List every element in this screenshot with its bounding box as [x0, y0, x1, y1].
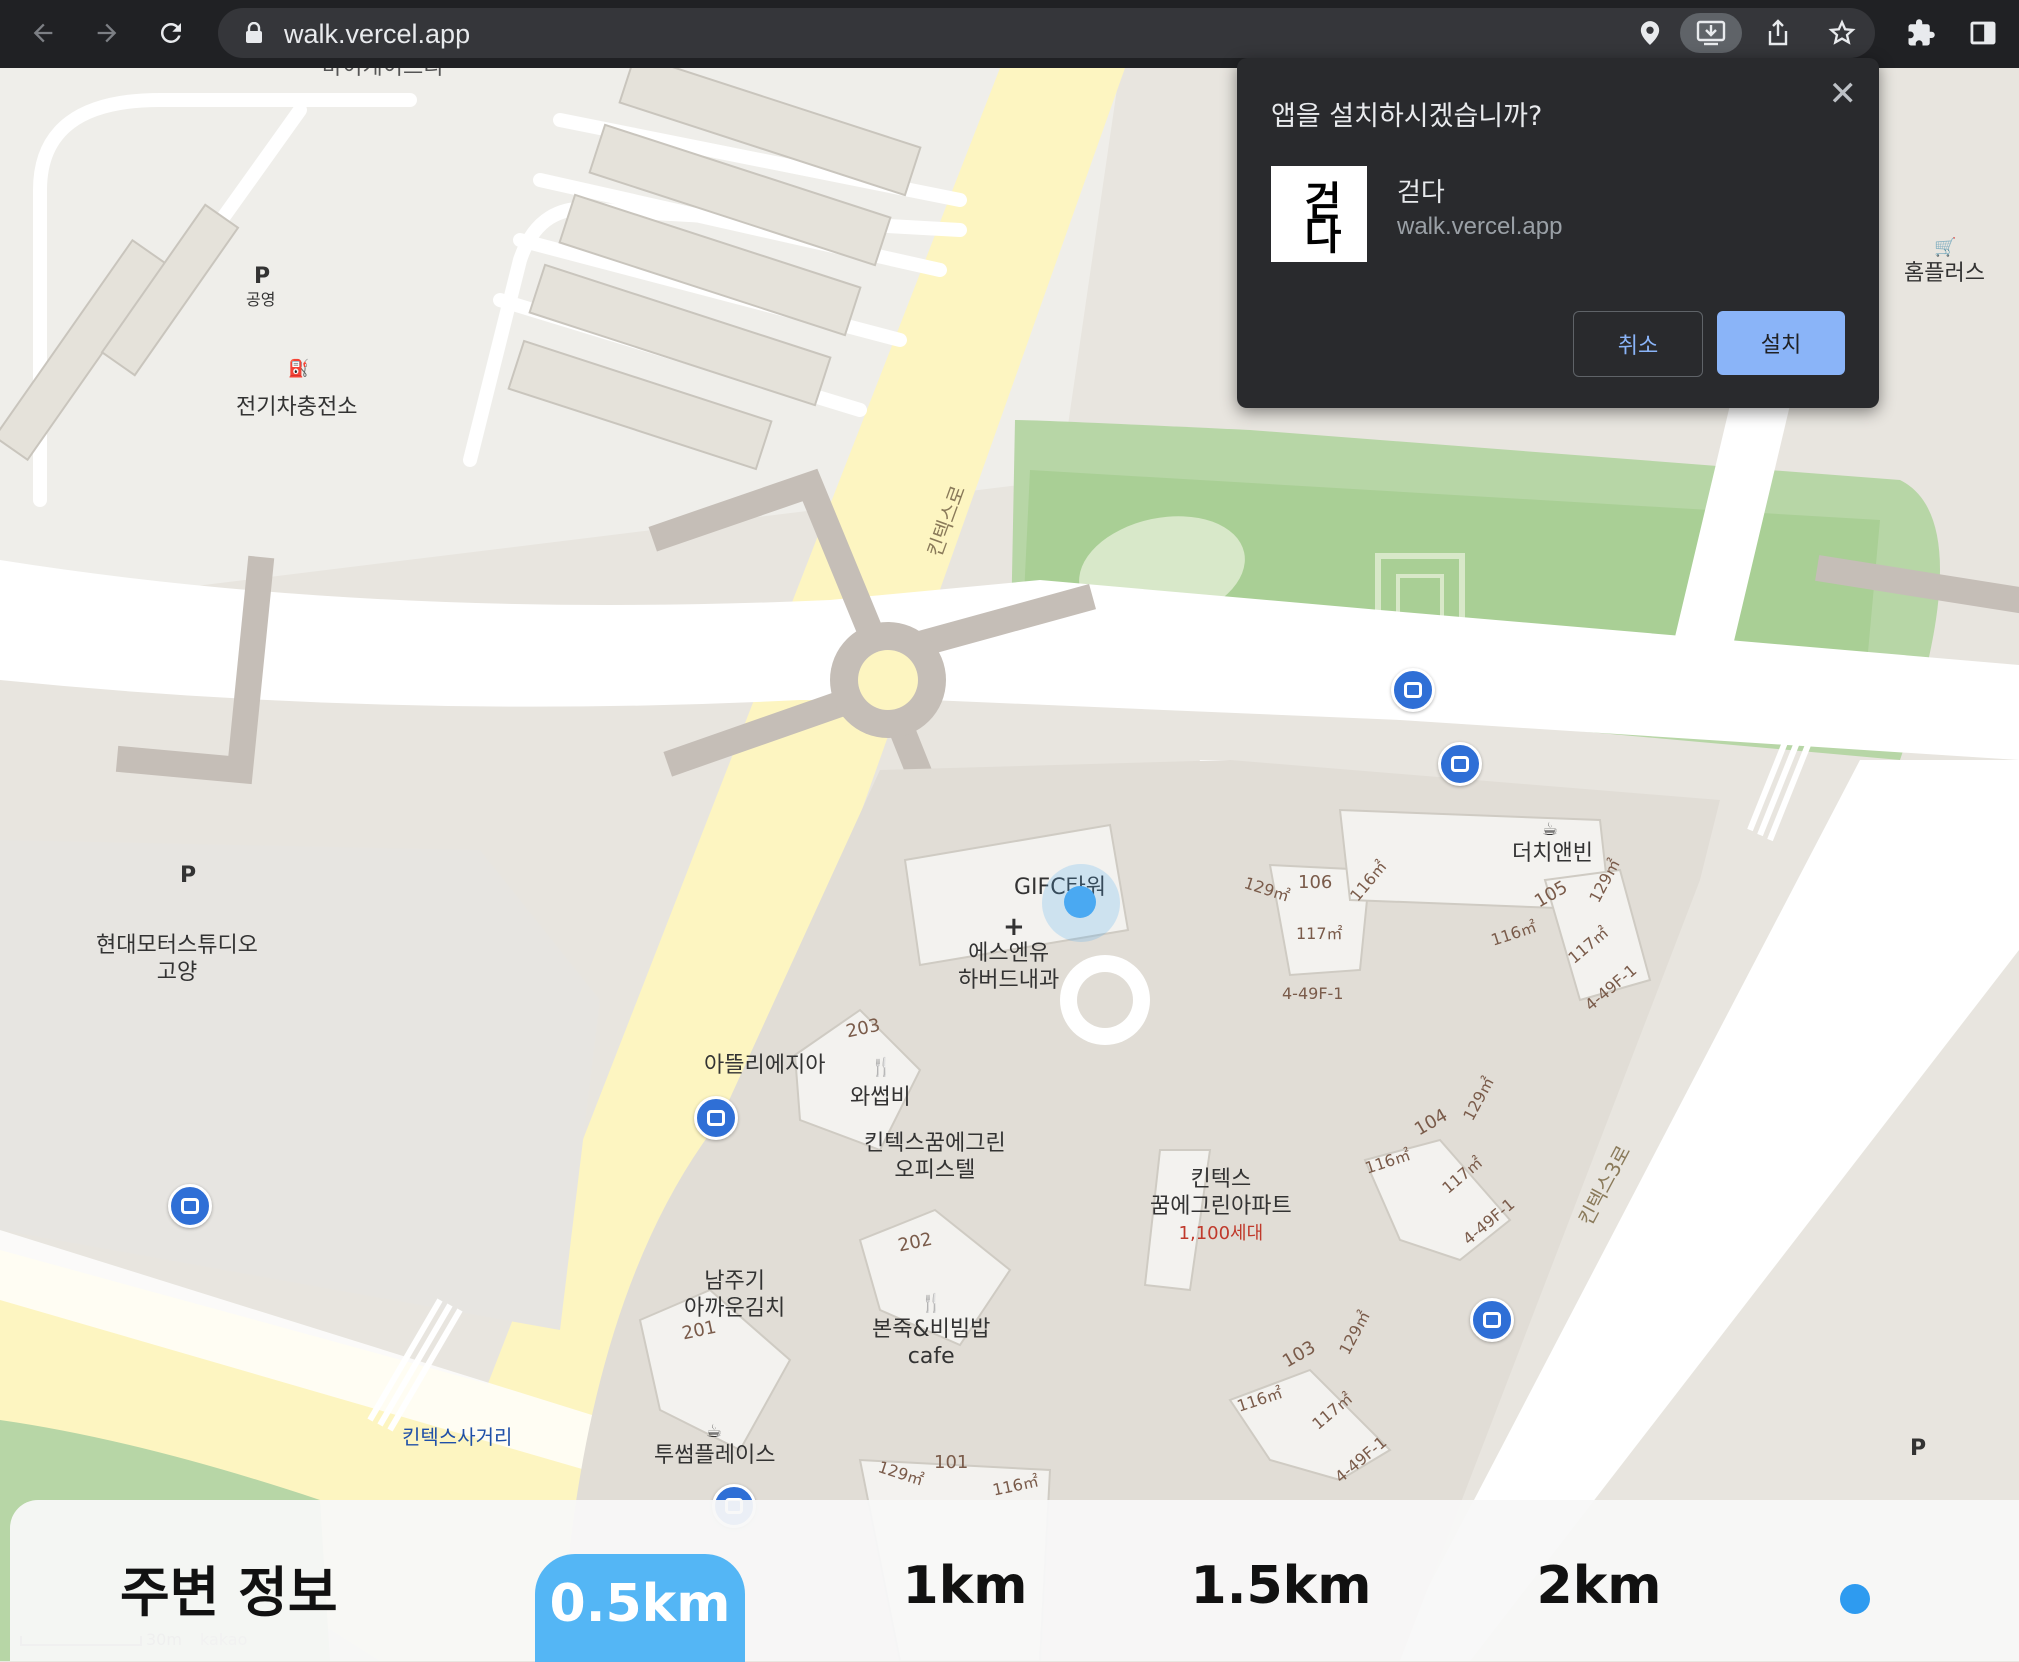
cafe-icon: ☕	[706, 1421, 723, 1442]
sidepanel-button[interactable]	[1962, 12, 2004, 54]
poi-clinic[interactable]: 에스엔유 하버드내과	[958, 940, 1059, 994]
poi-apartment[interactable]: 킨텍스 꿈에그린아파트 1,100세대	[1150, 1166, 1292, 1247]
parking-icon: P	[180, 863, 197, 888]
map-pin-icon	[1640, 21, 1660, 45]
cart-icon: 🛒	[1934, 237, 1957, 258]
address-bar[interactable]: walk.vercel.app	[218, 8, 1875, 58]
poi-kintex-crossroad[interactable]: 킨텍스사거리	[402, 1424, 512, 1451]
poi-bonjuk[interactable]: 본죽&비빔밥 cafe	[872, 1316, 990, 1370]
restaurant-icon: 🍴	[920, 1293, 943, 1314]
cafe-icon: ☕	[1542, 819, 1559, 840]
restaurant-icon: 🍴	[870, 1057, 893, 1078]
puzzle-icon	[1908, 19, 1935, 46]
poi-atteuri[interactable]: 아뜰리에지아	[704, 1052, 825, 1079]
forward-button[interactable]	[86, 12, 128, 54]
bus-stop-icon[interactable]	[1438, 742, 1482, 786]
extensions-button[interactable]	[1900, 12, 1942, 54]
current-location-marker	[1064, 886, 1096, 918]
parking-icon: P	[1910, 1436, 1927, 1461]
hospital-icon: +	[1003, 912, 1025, 942]
building-number: 101	[934, 1452, 969, 1473]
app-url: walk.vercel.app	[1397, 213, 1563, 240]
arrow-right-icon	[97, 23, 117, 43]
app-name: 걷다	[1397, 178, 1445, 208]
install-button[interactable]: 설치	[1717, 311, 1845, 375]
back-button[interactable]	[22, 12, 64, 54]
app-icon: 걷다	[1271, 166, 1367, 262]
poi-twosome[interactable]: 투썸플레이스	[654, 1442, 775, 1469]
poi-wasabi[interactable]: 와썹비	[850, 1084, 911, 1111]
arrow-left-icon	[33, 23, 53, 43]
ev-charger-icon: ⛽	[288, 359, 310, 379]
share-icon	[1768, 19, 1788, 46]
install-app-dialog: 앱을 설치하시겠습니까? ✕ 걷다 걷다 walk.vercel.app 취소 …	[1237, 58, 1879, 408]
poi-officetel[interactable]: 킨텍스꿈에그린 오피스텔	[864, 1130, 1006, 1184]
reload-icon	[160, 22, 181, 43]
building-number: 106	[1298, 872, 1333, 893]
url-text: walk.vercel.app	[284, 19, 471, 49]
distance-option-1km[interactable]: 1km	[860, 1556, 1070, 1616]
bus-stop-icon[interactable]	[694, 1096, 738, 1140]
bus-stop-icon[interactable]	[168, 1184, 212, 1228]
unit-label: 4-49F-1	[1282, 984, 1344, 1003]
star-icon	[1828, 19, 1856, 45]
location-permission-button[interactable]	[1630, 13, 1670, 53]
poi-hyundai[interactable]: 현대모터스튜디오 고양	[96, 932, 258, 986]
public-parking-label: 공영	[246, 290, 276, 309]
poi-dutch[interactable]: 더치앤빈	[1512, 840, 1593, 867]
poi-namjugi[interactable]: 남주기 아까운김치	[684, 1268, 785, 1322]
distance-option-0-5km[interactable]: 0.5km	[535, 1554, 745, 1662]
share-button[interactable]	[1758, 13, 1798, 53]
install-app-button[interactable]	[1680, 13, 1742, 53]
distance-option-1-5km[interactable]: 1.5km	[1176, 1556, 1386, 1616]
poi-homeplus[interactable]: 홈플러스	[1904, 260, 1985, 287]
poi-top-cut: 바이케이트리	[322, 68, 443, 81]
nearby-info-panel: 주변 정보 0.5km 1km 1.5km 2km	[10, 1500, 2019, 1662]
poi-ev-charge[interactable]: 전기차충전소	[236, 394, 357, 421]
panel-title: 주변 정보	[120, 1561, 338, 1624]
bookmark-button[interactable]	[1822, 13, 1862, 53]
cancel-button[interactable]: 취소	[1573, 311, 1703, 377]
reload-button[interactable]	[150, 12, 192, 54]
sidepanel-icon	[1970, 21, 1996, 45]
install-icon	[1696, 20, 1726, 46]
close-icon[interactable]: ✕	[1829, 74, 1858, 114]
app-icon-text: 걷다	[1296, 180, 1342, 248]
lock-icon	[246, 22, 262, 43]
bus-stop-icon[interactable]	[1470, 1298, 1514, 1342]
bus-stop-icon[interactable]	[1391, 668, 1435, 712]
unit-label: 117㎡	[1296, 924, 1343, 943]
dialog-title: 앱을 설치하시겠습니까?	[1271, 101, 1543, 132]
my-location-button[interactable]	[1840, 1584, 1870, 1614]
distance-option-2km[interactable]: 2km	[1494, 1556, 1704, 1616]
